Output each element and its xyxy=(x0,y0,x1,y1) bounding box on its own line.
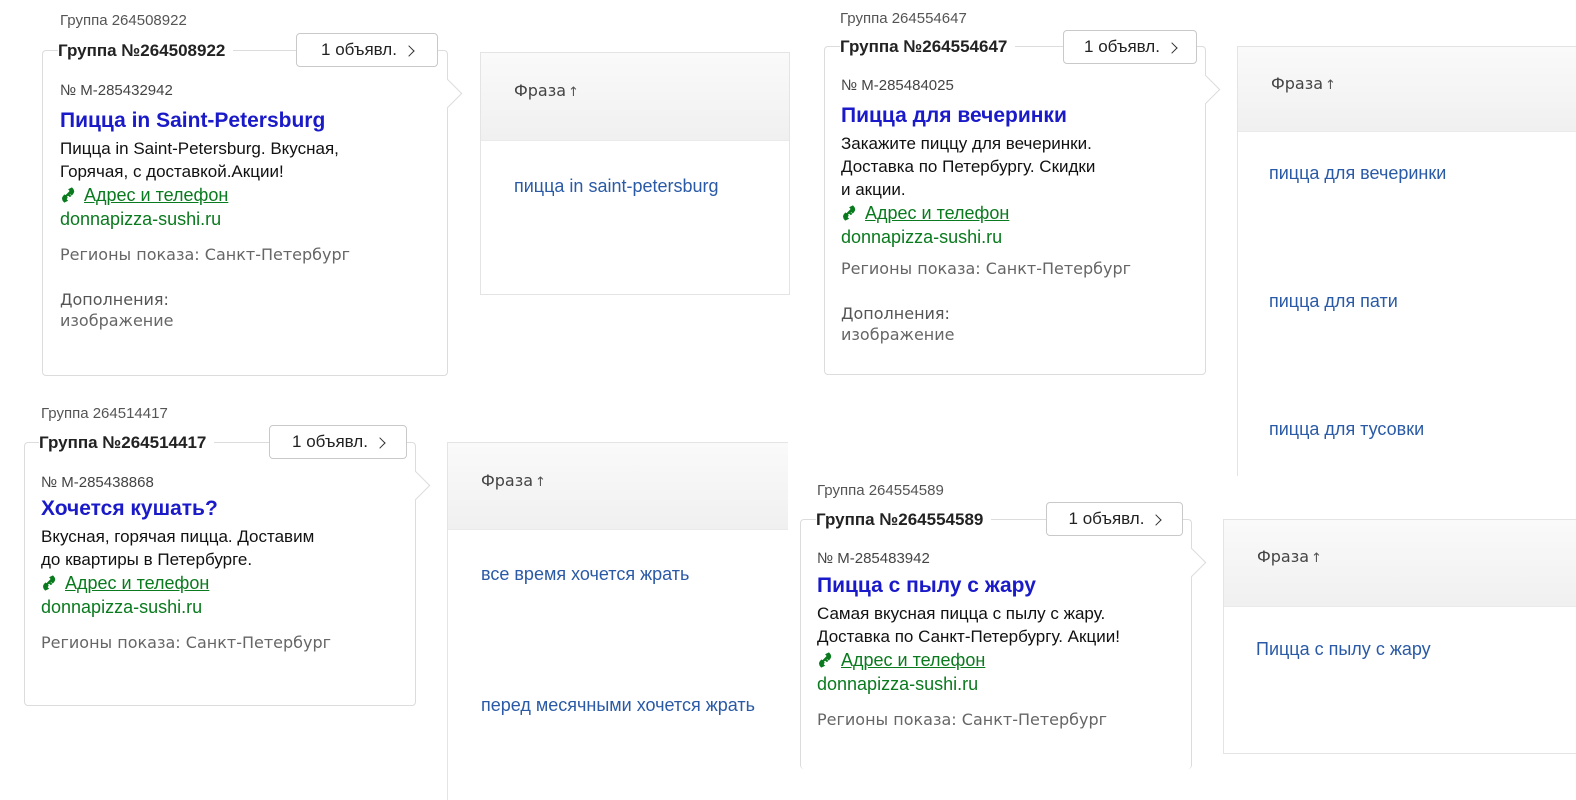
phone-icon xyxy=(43,575,56,591)
arrow-up-icon: ↑ xyxy=(568,85,579,100)
ad-regions: Регионы показа: Санкт-Петербург xyxy=(60,245,351,264)
phrase-column-header[interactable]: Фраза ↑ xyxy=(1224,520,1576,607)
phrase-link[interactable]: Пицца с пылу с жару xyxy=(1256,639,1431,660)
ad-card: № М-285483942 Пицца с пылу с жару Самая … xyxy=(800,519,1192,769)
chevron-right-icon xyxy=(1166,41,1178,54)
phrase-table: Фраза ↑ все время хочется жрать перед мес… xyxy=(447,442,788,800)
ads-count-button[interactable]: 1 объявл. xyxy=(1046,502,1183,536)
ads-count-button[interactable]: 1 объявл. xyxy=(269,425,407,459)
ad-text-line: Доставка по Петербургу. Скидки xyxy=(841,157,1096,176)
phone-icon xyxy=(819,652,832,668)
chevron-right-icon xyxy=(1150,513,1163,526)
phrase-table: Фраза ↑ Пицца с пылу с жару xyxy=(1223,519,1576,754)
arrow-up-icon: ↑ xyxy=(535,475,546,490)
ad-card: № М-285432942 Пицца in Saint-Petersburg … xyxy=(42,50,448,376)
ad-text-line: Доставка по Санкт-Петербургу. Акции! xyxy=(817,627,1120,646)
phrase-column-header[interactable]: Фраза ↑ xyxy=(1238,47,1576,132)
ad-text-line: Закажите пиццу для вечеринки. xyxy=(841,134,1092,153)
group-caption: Группа 264514417 xyxy=(41,405,168,422)
contact-link[interactable]: Адрес и телефон xyxy=(865,201,1009,225)
phrase-column-header[interactable]: Фраза ↑ xyxy=(448,443,788,530)
ad-title[interactable]: Пицца для вечеринки xyxy=(841,103,1189,129)
ad-contact: Адрес и телефон xyxy=(817,648,1175,672)
group-title: Группа №264508922 xyxy=(58,41,234,61)
phrase-header-label: Фраза xyxy=(1271,74,1324,93)
ads-count-button[interactable]: 1 объявл. xyxy=(296,33,438,67)
ad-text-line: Самая вкусная пицца с пылу с жару. xyxy=(817,604,1106,623)
contact-link[interactable]: Адрес и телефон xyxy=(65,571,209,595)
ads-count-label: 1 объявл. xyxy=(321,40,397,59)
ad-number: № М-285484025 xyxy=(841,77,954,94)
phrase-link[interactable]: перед месячными хочется жрать xyxy=(481,695,755,716)
phrase-link[interactable]: пицца для пати xyxy=(1269,291,1398,312)
ad-title[interactable]: Пицца с пылу с жару xyxy=(817,573,1175,599)
group-title: Группа №264554647 xyxy=(840,37,1016,57)
group-title: Группа №264554589 xyxy=(816,510,992,530)
chevron-right-icon xyxy=(403,44,415,57)
ad-text-line: и акции. xyxy=(841,180,906,199)
contact-link[interactable]: Адрес и телефон xyxy=(84,183,228,207)
phrase-link[interactable]: пицца in saint-petersburg xyxy=(514,176,719,197)
phrase-header-label: Фраза xyxy=(1257,547,1310,566)
phone-icon xyxy=(843,205,856,221)
ads-count-label: 1 объявл. xyxy=(1068,509,1145,528)
contact-link[interactable]: Адрес и телефон xyxy=(841,648,985,672)
group-caption: Группа 264508922 xyxy=(60,12,187,29)
phrase-column-header[interactable]: Фраза ↑ xyxy=(481,53,789,141)
chevron-right-icon xyxy=(374,436,386,449)
ad-text: Вкусная, горячая пицца. Доставим до квар… xyxy=(41,525,399,571)
ad-regions: Регионы показа: Санкт-Петербург xyxy=(41,633,332,652)
ad-card: № М-285484025 Пицца для вечеринки Закажи… xyxy=(824,46,1206,375)
phrase-table: Фраза ↑ пицца in saint-petersburg xyxy=(480,52,790,295)
phrase-link[interactable]: все время хочется жрать xyxy=(481,564,689,585)
ad-number: № М-285438868 xyxy=(41,474,154,491)
phrase-header-label: Фраза xyxy=(481,471,534,490)
ads-count-label: 1 объявл. xyxy=(1084,37,1160,56)
ad-text: Самая вкусная пицца с пылу с жару. Доста… xyxy=(817,602,1175,648)
group-caption: Группа 264554589 xyxy=(817,482,944,499)
group-caption: Группа 264554647 xyxy=(840,10,967,27)
phrase-table: Фраза ↑ пицца для вечеринки пицца для пат… xyxy=(1237,46,1576,476)
ad-domain: donnapizza-sushi.ru xyxy=(841,227,1003,247)
ad-number: № М-285432942 xyxy=(60,82,173,99)
ad-domain: donnapizza-sushi.ru xyxy=(41,597,203,617)
ad-text-line: Пицца in Saint-Petersburg. Вкусная, xyxy=(60,139,339,158)
ad-regions: Регионы показа: Санкт-Петербург xyxy=(841,259,1132,278)
phrase-link[interactable]: пицца для вечеринки xyxy=(1269,163,1446,184)
ad-text-line: Горячая, с доставкой.Акции! xyxy=(60,162,284,181)
ad-extensions-label: Дополнения: xyxy=(841,304,950,323)
ad-domain: donnapizza-sushi.ru xyxy=(817,674,979,694)
arrow-up-icon: ↑ xyxy=(1311,551,1322,566)
ad-extensions-value: изображение xyxy=(841,325,955,344)
arrow-up-icon: ↑ xyxy=(1325,78,1336,93)
ad-text: Закажите пиццу для вечеринки. Доставка п… xyxy=(841,132,1189,201)
phrase-header-label: Фраза xyxy=(514,81,567,100)
ad-extensions-label: Дополнения: xyxy=(60,290,169,309)
ad-contact: Адрес и телефон xyxy=(841,201,1189,225)
ad-title[interactable]: Пицца in Saint-Petersburg xyxy=(60,108,430,134)
ads-count-label: 1 объявл. xyxy=(292,432,368,451)
ad-number: № М-285483942 xyxy=(817,550,930,567)
phone-icon xyxy=(62,187,75,203)
ad-text: Пицца in Saint-Petersburg. Вкусная, Горя… xyxy=(60,137,430,183)
phrase-link[interactable]: пицца для тусовки xyxy=(1269,419,1424,440)
ad-contact: Адрес и телефон xyxy=(60,183,430,207)
ad-text-line: до квартиры в Петербурге. xyxy=(41,550,253,569)
ad-contact: Адрес и телефон xyxy=(41,571,399,595)
ad-text-line: Вкусная, горячая пицца. Доставим xyxy=(41,527,315,546)
group-title: Группа №264514417 xyxy=(39,433,215,453)
ad-extensions-value: изображение xyxy=(60,311,174,330)
ad-title[interactable]: Хочется кушать? xyxy=(41,496,399,522)
ad-card: № М-285438868 Хочется кушать? Вкусная, г… xyxy=(24,442,416,706)
ad-regions: Регионы показа: Санкт-Петербург xyxy=(817,710,1108,729)
ads-count-button[interactable]: 1 объявл. xyxy=(1063,30,1197,64)
ad-domain: donnapizza-sushi.ru xyxy=(60,209,222,229)
